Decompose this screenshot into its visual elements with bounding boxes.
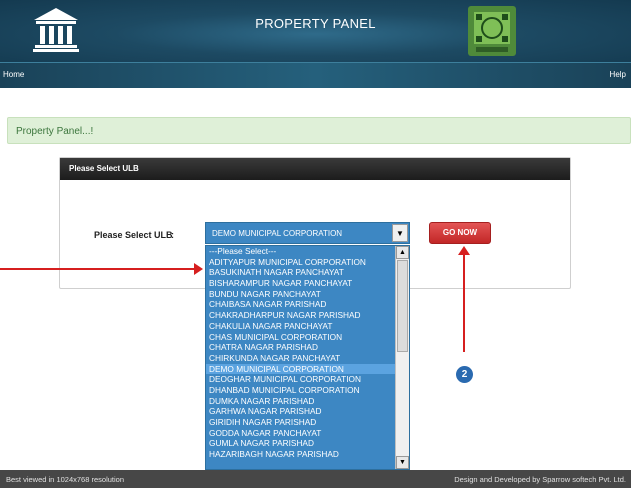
dropdown-option[interactable]: CHATRA NAGAR PARISHAD xyxy=(206,342,396,353)
dropdown-option[interactable]: CHAKRADHARPUR NAGAR PARISHAD xyxy=(206,310,396,321)
dropdown-option[interactable]: DEMO MUNICIPAL CORPORATION xyxy=(206,363,396,375)
ulb-select-value: DEMO MUNICIPAL CORPORATION xyxy=(212,229,343,238)
nav-home-link[interactable]: Home xyxy=(3,70,24,79)
page-footer: Best viewed in 1024x768 resolution Desig… xyxy=(0,470,631,488)
ulb-select[interactable]: DEMO MUNICIPAL CORPORATION ▼ xyxy=(205,222,410,244)
annotation-arrow-up-icon xyxy=(458,246,470,255)
step-number-badge: 2 xyxy=(456,366,473,383)
dropdown-option[interactable]: HAZARIBAGH NAGAR PARISHAD xyxy=(206,449,396,460)
page-title: PROPERTY PANEL xyxy=(255,16,376,31)
success-alert: Property Panel...! xyxy=(7,117,631,144)
alert-text: Property Panel...! xyxy=(16,126,94,137)
dropdown-option[interactable]: CHAIBASA NAGAR PARISHAD xyxy=(206,299,396,310)
dropdown-option[interactable]: GIRIDIH NAGAR PARISHAD xyxy=(206,417,396,428)
ulb-label: Please Select ULB xyxy=(94,230,173,240)
app-header: PROPERTY PANEL xyxy=(0,0,631,62)
ulb-dropdown-list[interactable]: ---Please Select--- ADITYAPUR MUNICIPAL C… xyxy=(205,245,410,470)
dropdown-scrollbar[interactable]: ▲ ▼ xyxy=(395,246,409,469)
dropdown-option[interactable]: BASUKINATH NAGAR PANCHAYAT xyxy=(206,267,396,278)
dropdown-option[interactable]: BISHARAMPUR NAGAR PANCHAYAT xyxy=(206,278,396,289)
footer-resolution-note: Best viewed in 1024x768 resolution xyxy=(6,475,124,484)
dropdown-options: ---Please Select--- ADITYAPUR MUNICIPAL C… xyxy=(206,246,396,460)
dropdown-option[interactable]: GODDA NAGAR PANCHAYAT xyxy=(206,428,396,439)
nav-bar: Home Help xyxy=(0,62,631,88)
dropdown-option[interactable]: ---Please Select--- xyxy=(206,246,396,257)
nav-help-link[interactable]: Help xyxy=(610,70,626,79)
ulb-label-colon: : xyxy=(171,230,174,240)
footer-credits: Design and Developed by Sparrow softech … xyxy=(454,475,626,484)
scrollbar-thumb[interactable] xyxy=(397,260,408,352)
dropdown-option[interactable]: DUMKA NAGAR PARISHAD xyxy=(206,396,396,407)
dropdown-option[interactable]: CHAKULIA NAGAR PANCHAYAT xyxy=(206,321,396,332)
dropdown-option[interactable]: ADITYAPUR MUNICIPAL CORPORATION xyxy=(206,257,396,268)
panel-heading: Please Select ULB xyxy=(60,158,570,180)
scroll-up-icon[interactable]: ▲ xyxy=(396,246,409,259)
annotation-arrow-right-icon xyxy=(194,263,203,275)
panel-heading-text: Please Select ULB xyxy=(69,164,139,173)
dropdown-option[interactable]: CHAS MUNICIPAL CORPORATION xyxy=(206,332,396,343)
dropdown-option[interactable]: DHANBAD MUNICIPAL CORPORATION xyxy=(206,385,396,396)
annotation-arrow-line xyxy=(0,268,198,270)
dropdown-option[interactable]: DEOGHAR MUNICIPAL CORPORATION xyxy=(206,374,396,385)
chevron-down-icon[interactable]: ▼ xyxy=(392,224,408,242)
dropdown-option[interactable]: BUNDU NAGAR PANCHAYAT xyxy=(206,289,396,300)
dropdown-option[interactable]: CHIRKUNDA NAGAR PANCHAYAT xyxy=(206,353,396,364)
go-now-button[interactable]: GO NOW xyxy=(429,222,491,244)
annotation-arrow-line-vertical xyxy=(463,252,465,352)
dropdown-option[interactable]: GARHWA NAGAR PARISHAD xyxy=(206,406,396,417)
dropdown-option[interactable]: GUMLA NAGAR PARISHAD xyxy=(206,438,396,449)
scroll-down-icon[interactable]: ▼ xyxy=(396,456,409,469)
state-emblem-icon xyxy=(468,6,516,56)
